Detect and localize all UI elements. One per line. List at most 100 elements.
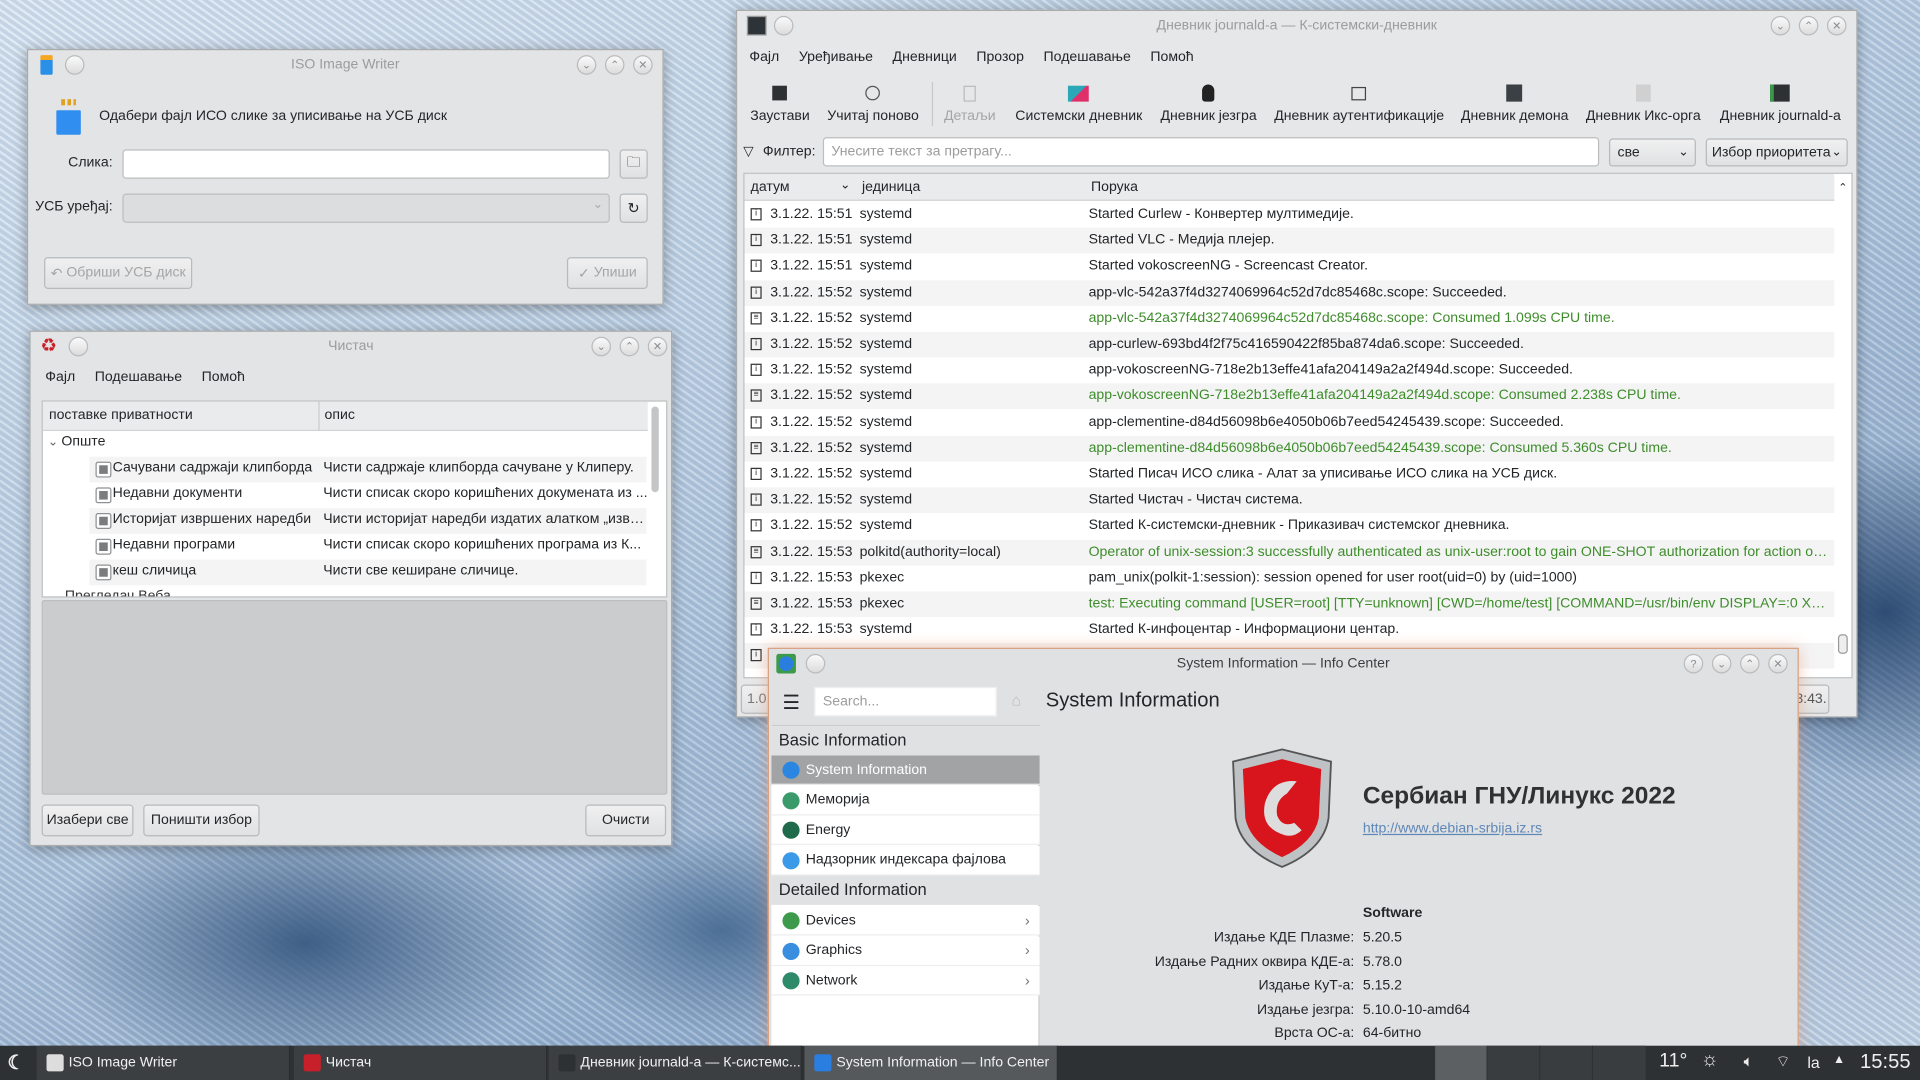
toolbar-button-details[interactable]: Детаљи: [944, 77, 996, 124]
sidebar-item-file-indexer[interactable]: Надзорник индексара фајлова: [771, 846, 1039, 875]
sidebar-item-network[interactable]: Network›: [771, 966, 1039, 995]
column-header-date[interactable]: датум: [751, 180, 790, 195]
brightness-icon[interactable]: ☼: [1701, 1049, 1719, 1071]
menu-file[interactable]: Фајл: [740, 50, 789, 65]
sidebar-item-graphics[interactable]: Graphics›: [771, 936, 1039, 965]
minimize-button[interactable]: ⌄: [577, 55, 597, 75]
toolbar-button-reload[interactable]: Учитај поново: [827, 77, 919, 124]
help-button[interactable]: ?: [1684, 654, 1704, 674]
toolbar-button-xorg-log[interactable]: Дневник Икс-орга: [1586, 77, 1701, 124]
minimize-button[interactable]: ⌄: [1771, 16, 1791, 36]
log-row[interactable]: ≡3.1.22. 15:53polkitd(authority=local)Op…: [744, 540, 1834, 566]
sidebar-item-info[interactable]: System Information: [771, 756, 1039, 785]
toolbar-button-system-log[interactable]: Системски дневник: [1015, 77, 1142, 124]
volume-icon[interactable]: 🔈︎: [1744, 1052, 1754, 1072]
maximize-button[interactable]: ⌃: [1799, 16, 1819, 36]
tray-expand-icon[interactable]: ▲: [1833, 1053, 1845, 1066]
log-row[interactable]: i3.1.22. 15:53systemdStarted К-инфоцента…: [744, 617, 1834, 643]
log-row[interactable]: i3.1.22. 15:52systemdapp-vokoscreenNG-71…: [744, 358, 1834, 384]
title-bar[interactable]: Дневник journald-а — К-системски-дневник…: [737, 11, 1856, 40]
log-row[interactable]: i3.1.22. 15:51systemdStarted vokoscreenN…: [744, 254, 1834, 280]
task-1[interactable]: Чистач: [294, 1046, 547, 1080]
toolbar-button-stop[interactable]: Заустави: [750, 77, 810, 124]
desktop-3[interactable]: [1540, 1046, 1593, 1080]
deselect-button[interactable]: Поништи избор: [143, 804, 259, 836]
toolbar-button-auth-log[interactable]: Дневник аутентификације: [1274, 77, 1444, 124]
minimize-button[interactable]: ⌄: [591, 337, 611, 357]
maximize-button[interactable]: ⌃: [620, 337, 640, 357]
column-header-settings[interactable]: поставке приватности: [49, 408, 193, 423]
pin-button[interactable]: [69, 337, 89, 357]
vertical-scrollbar[interactable]: [651, 407, 658, 493]
pin-button[interactable]: [806, 654, 826, 674]
task-3[interactable]: System Information — Info Center: [804, 1046, 1057, 1080]
log-row[interactable]: i3.1.22. 15:53pkexecpam_unix(polkit-1:se…: [744, 565, 1834, 591]
weather-temperature[interactable]: 11°: [1659, 1051, 1687, 1073]
pin-button[interactable]: [65, 55, 85, 75]
privacy-item[interactable]: Недавни документиЧисти списак скоро кори…: [89, 482, 646, 508]
minimize-button[interactable]: ⌄: [1712, 654, 1732, 674]
menu-help[interactable]: Помоћ: [1141, 50, 1204, 65]
menu-settings[interactable]: Подешавање: [1034, 50, 1141, 65]
select-all-button[interactable]: Изабери све: [42, 804, 134, 836]
log-row[interactable]: i3.1.22. 15:52systemdapp-vlc-542a37f4d32…: [744, 280, 1834, 306]
usb-device-select[interactable]: [122, 193, 609, 222]
keyboard-layout[interactable]: la: [1807, 1053, 1819, 1071]
privacy-item[interactable]: Недавни програмиЧисти списак скоро кориш…: [89, 534, 646, 560]
desktop-1[interactable]: [1435, 1046, 1488, 1080]
title-bar[interactable]: ♻ Чистач ⌄ ⌃ ✕: [31, 332, 671, 361]
menu-help[interactable]: Помоћ: [192, 370, 255, 385]
desktop-2[interactable]: [1488, 1046, 1541, 1080]
group-select[interactable]: све⌄: [1609, 138, 1696, 166]
privacy-item-checkbox[interactable]: [96, 539, 112, 555]
menu-logs[interactable]: Дневници: [883, 50, 967, 65]
tree-group-browser[interactable]: Прегледач Веба: [65, 589, 171, 598]
log-row[interactable]: ≡3.1.22. 15:53pkexectest: Executing comm…: [744, 591, 1834, 617]
column-header-unit[interactable]: јединица: [862, 180, 920, 195]
task-2[interactable]: Дневник journald-а — К-системс...: [549, 1046, 802, 1080]
close-button[interactable]: ✕: [633, 55, 653, 75]
log-row[interactable]: ≡3.1.22. 15:52systemdapp-vlc-542a37f4d32…: [744, 306, 1834, 332]
close-button[interactable]: ✕: [648, 337, 668, 357]
title-bar[interactable]: System Information — Info Center ? ⌄ ⌃ ✕: [769, 649, 1798, 678]
log-row[interactable]: i3.1.22. 15:52systemdStarted К-системски…: [744, 514, 1834, 540]
log-row[interactable]: ≡3.1.22. 15:52systemdapp-clementine-d84d…: [744, 436, 1834, 462]
log-row[interactable]: ≡3.1.22. 15:52systemdapp-vokoscreenNG-71…: [744, 384, 1834, 410]
privacy-item[interactable]: Сачувани садржаји клипбордаЧисти садржај…: [89, 457, 646, 483]
privacy-item[interactable]: кеш сличицаЧисти све кеширане сличице.: [89, 560, 646, 586]
close-button[interactable]: ✕: [1768, 654, 1788, 674]
wifi-icon[interactable]: ⌔: [1776, 1052, 1791, 1072]
toolbar-button-journald-log[interactable]: Дневник journald-а: [1720, 77, 1841, 124]
menu-file[interactable]: Фајл: [36, 370, 85, 385]
maximize-button[interactable]: ⌃: [1740, 654, 1760, 674]
distro-url-link[interactable]: http://www.debian-srbija.iz.rs: [1363, 822, 1542, 837]
privacy-item-checkbox[interactable]: [96, 564, 112, 580]
log-row[interactable]: i3.1.22. 15:51systemdStarted Curlew - Ко…: [744, 202, 1834, 228]
column-header-description[interactable]: опис: [324, 408, 354, 423]
log-row[interactable]: i3.1.22. 15:51systemdStarted VLC - Медиј…: [744, 228, 1834, 254]
browse-file-button[interactable]: 🗀: [620, 149, 648, 178]
log-row[interactable]: i3.1.22. 15:52systemdStarted Писач ИСО с…: [744, 462, 1834, 488]
title-bar[interactable]: ISO Image Writer ⌄ ⌃ ✕: [28, 50, 662, 79]
column-header-message[interactable]: Порука: [1091, 180, 1138, 195]
toolbar-button-daemon-log[interactable]: Дневник демона: [1461, 77, 1569, 124]
tree-group-general[interactable]: ⌄ Опште: [48, 435, 106, 450]
application-launcher-icon[interactable]: ☾: [7, 1051, 25, 1075]
clean-button[interactable]: Очисти: [585, 804, 666, 836]
sidebar-item-devices[interactable]: Devices›: [771, 906, 1039, 935]
log-row[interactable]: i3.1.22. 15:52systemdapp-clementine-d84d…: [744, 410, 1834, 436]
erase-usb-button[interactable]: ↶ Обриши УСБ диск: [44, 257, 192, 289]
log-row[interactable]: i3.1.22. 15:52systemdapp-curlew-693bd4f2…: [744, 332, 1834, 358]
write-button[interactable]: ✓ Упиши: [567, 257, 648, 289]
privacy-item-checkbox[interactable]: [96, 462, 112, 478]
sidebar-item-memory[interactable]: Меморија: [771, 786, 1039, 815]
hamburger-menu-icon[interactable]: ☰: [782, 691, 800, 715]
virtual-desktop-pager[interactable]: [1435, 1046, 1647, 1080]
vertical-scrollbar[interactable]: ⌃: [1837, 181, 1849, 671]
log-row[interactable]: i3.1.22. 15:52systemdStarted Чистач - Чи…: [744, 488, 1834, 514]
pin-button[interactable]: [774, 16, 794, 36]
filter-input[interactable]: Унесите текст за претрагу...: [823, 137, 1599, 166]
home-icon[interactable]: ⌂: [1011, 691, 1021, 709]
privacy-item-checkbox[interactable]: [96, 513, 112, 529]
desktop-4[interactable]: [1593, 1046, 1646, 1080]
